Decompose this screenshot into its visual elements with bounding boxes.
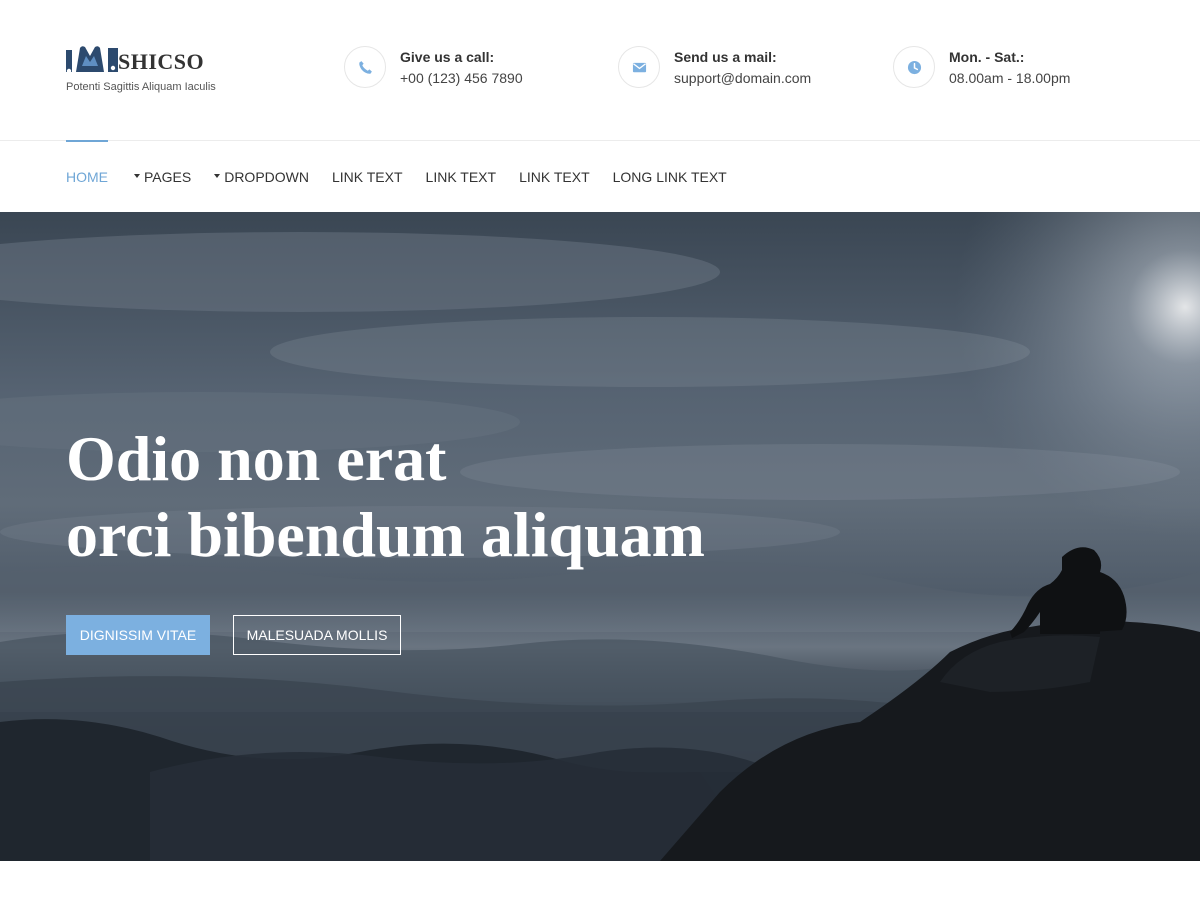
hero-title: Odio non erat orci bibendum aliquam [66, 421, 705, 573]
hero-title-line-2: orci bibendum aliquam [66, 499, 705, 570]
top-header: SHICSO Potenti Sagittis Aliquam Iaculis … [0, 0, 1200, 141]
contact-call: Give us a call: +00 (123) 456 7890 [344, 46, 523, 88]
malesuada-mollis-button[interactable]: Malesuada Mollis [233, 615, 401, 655]
brand[interactable]: SHICSO Potenti Sagittis Aliquam Iaculis [66, 44, 286, 93]
nav-item-label: Dropdown [224, 168, 309, 185]
contact-mail-label: Send us a mail: [674, 49, 777, 65]
contact-hours: Mon. - Sat.: 08.00am - 18.00pm [893, 46, 1070, 88]
phone-icon [344, 46, 386, 88]
contact-hours-text: Mon. - Sat.: 08.00am - 18.00pm [949, 46, 1070, 86]
brand-name: SHICSO [118, 49, 205, 74]
nav-item-link-text-2[interactable]: Link Text [426, 141, 497, 212]
hero-banner: Odio non erat orci bibendum aliquam Dign… [0, 212, 1200, 861]
contact-hours-value: 08.00am - 18.00pm [949, 70, 1071, 86]
contact-mail: Send us a mail: support@domain.com [618, 46, 811, 88]
hero-title-line-1: Odio non erat [66, 423, 447, 494]
nav-item-link-text-1[interactable]: Link Text [332, 141, 403, 212]
nav-item-label: Long Link Text [612, 168, 727, 185]
nav-item-home[interactable]: Home [66, 140, 108, 212]
contact-call-value[interactable]: +00 (123) 456 7890 [400, 70, 523, 86]
contact-call-label: Give us a call: [400, 49, 495, 65]
nav-item-label: Link Text [519, 168, 590, 185]
nav-list: Home Pages Dropdown Link Text Link Text … [66, 140, 750, 212]
brand-row: SHICSO [66, 44, 286, 74]
nav-item-dropdown[interactable]: Dropdown [214, 141, 309, 212]
main-navigation: Home Pages Dropdown Link Text Link Text … [0, 140, 1200, 212]
nav-item-label: Pages [144, 168, 192, 185]
nav-item-link-text-3[interactable]: Link Text [519, 141, 590, 212]
caret-down-icon [134, 173, 140, 178]
nav-item-pages[interactable]: Pages [134, 141, 191, 212]
nav-item-label: Link Text [425, 168, 497, 185]
envelope-icon [618, 46, 660, 88]
nav-item-long-link-text[interactable]: Long Link Text [613, 141, 727, 212]
contact-hours-label: Mon. - Sat.: [949, 49, 1025, 65]
dignissim-vitae-button[interactable]: Dignissim Vitae [66, 615, 210, 655]
nav-item-label: Home [66, 168, 108, 185]
brand-tagline: Potenti Sagittis Aliquam Iaculis [66, 81, 216, 93]
contact-call-text: Give us a call: +00 (123) 456 7890 [400, 46, 523, 86]
contact-mail-text: Send us a mail: support@domain.com [674, 46, 811, 86]
clock-icon [893, 46, 935, 88]
caret-down-icon [214, 173, 221, 178]
contact-mail-value[interactable]: support@domain.com [674, 70, 811, 86]
nav-item-label: Link Text [331, 168, 403, 185]
hero-buttons: Dignissim Vitae Malesuada Mollis [66, 615, 401, 655]
page-bottom-strip [0, 861, 1200, 900]
